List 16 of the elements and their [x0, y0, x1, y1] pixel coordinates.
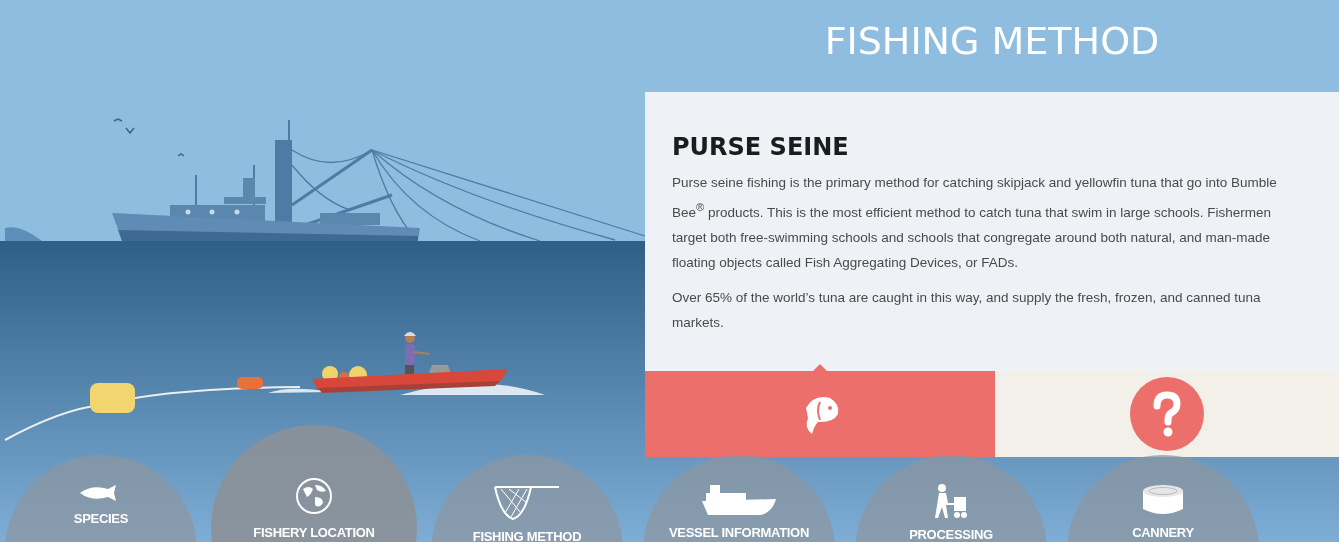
- can-icon: [1141, 483, 1185, 517]
- ship-icon: [700, 483, 778, 517]
- description-paragraph: Purse seine fishing is the primary method for catching skipjack and yellowfin tuna that go into Bumble Bee$^{®}$ products. This is the most efficient method to catch tuna that swim in large schools. Fishermen target both free-swimming schools and schools that congregate around both natural, and man-made floating objects called Fish Aggregating Devices, or FADs.: [672, 174, 1278, 272]
- net-icon: [493, 483, 561, 521]
- birds-drawing: [113, 118, 185, 157]
- globe-icon: [295, 477, 333, 515]
- worker-icon: [934, 483, 968, 519]
- float-drawing: [237, 377, 263, 389]
- buoy-drawing: [90, 383, 135, 413]
- description-paragraph: Over 65% of the world’s tuna are caught in this way, and supply the fresh, frozen, and canned tuna markets.: [672, 288, 1262, 332]
- card-heading: PURSE SEINE: [672, 132, 850, 162]
- info-tab[interactable]: [995, 371, 1339, 457]
- hill-drawing: [5, 227, 42, 241]
- page-title: FISHING METHOD: [823, 18, 1161, 64]
- question-icon: [1130, 377, 1204, 451]
- tab-pointer: [813, 364, 827, 371]
